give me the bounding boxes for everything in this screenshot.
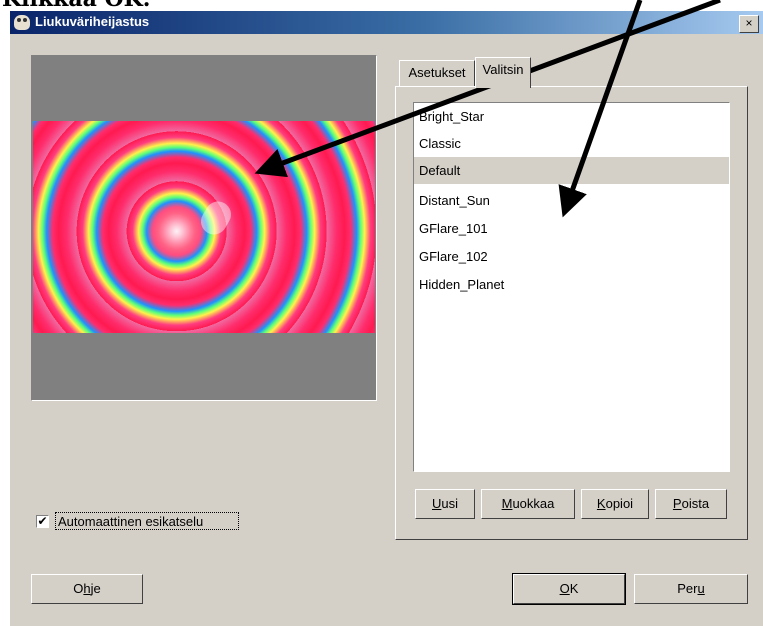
edit-button[interactable]: Muokkaa — [481, 489, 575, 519]
edit-label: uokkaa — [512, 496, 555, 511]
list-item[interactable]: Distant_Sun — [414, 187, 729, 214]
ok-button[interactable]: OK — [512, 573, 626, 605]
delete-button[interactable]: Poista — [655, 489, 727, 519]
cancel-label: Per — [677, 581, 698, 596]
gradient-flare-dialog: Liukuväriheijastus × ✔ Automaattinen esi… — [10, 11, 763, 626]
title-bar[interactable]: Liukuväriheijastus × — [10, 11, 763, 34]
copy-mnemonic: K — [596, 496, 606, 511]
tab-selector[interactable]: Valitsin — [475, 57, 531, 88]
tab-settings[interactable]: Asetukset — [399, 60, 475, 87]
flare-preview-image — [33, 121, 375, 333]
list-item[interactable]: Classic — [414, 130, 729, 157]
preview-area — [31, 55, 377, 401]
flare-highlight — [196, 196, 236, 240]
auto-preview-label[interactable]: Automaattinen esikatselu — [55, 512, 239, 530]
copy-label: opioi — [605, 496, 634, 511]
delete-label: oista — [681, 496, 710, 511]
help-mnemonic: h — [83, 581, 91, 596]
new-button[interactable]: Uusi — [415, 489, 475, 519]
new-label: usi — [441, 496, 458, 511]
gimp-icon — [14, 15, 30, 30]
list-item-selected[interactable]: Default — [414, 157, 729, 184]
auto-preview-checkbox[interactable]: ✔ — [36, 515, 49, 528]
window-title: Liukuväriheijastus — [35, 14, 150, 29]
delete-mnemonic: P — [672, 496, 682, 511]
cancel-mnemonic: u — [697, 581, 705, 596]
close-button[interactable]: × — [739, 15, 759, 33]
help-button[interactable]: Ohje — [31, 574, 143, 604]
edit-mnemonic: M — [501, 496, 513, 511]
ok-mnemonic: O — [559, 581, 570, 596]
list-item[interactable]: GFlare_102 — [414, 243, 729, 270]
new-mnemonic: U — [431, 496, 442, 511]
list-item[interactable]: Hidden_Planet — [414, 271, 729, 298]
list-item[interactable]: Bright_Star — [414, 103, 729, 130]
list-item[interactable]: GFlare_101 — [414, 215, 729, 242]
ok-label: K — [569, 581, 579, 596]
copy-button[interactable]: Kopioi — [581, 489, 649, 519]
flare-list[interactable]: Bright_Star Classic Default Distant_Sun … — [413, 102, 730, 472]
help-label-end: je — [90, 581, 101, 596]
help-label-start: O — [73, 581, 84, 596]
cancel-button[interactable]: Peru — [634, 574, 748, 604]
